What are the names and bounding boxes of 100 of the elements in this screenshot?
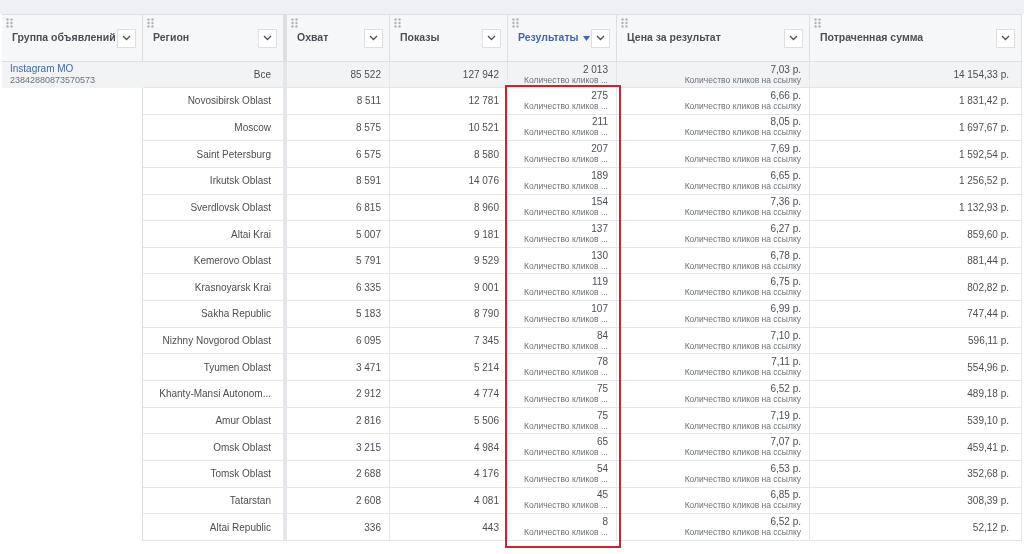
cost-type: Количество кликов на ссылку (684, 527, 801, 539)
result-type: Количество кликов ... (523, 473, 608, 485)
column-label: Группа объявлений (12, 30, 116, 46)
region-name: Moscow (234, 120, 271, 135)
cost-type: Количество кликов на ссылку (684, 260, 801, 272)
result-count: 78 (596, 356, 608, 368)
cost-type: Количество кликов на ссылку (684, 287, 801, 299)
cost-value: 7,11 р. (771, 356, 801, 368)
drag-handle-icon (621, 18, 628, 28)
cost-type: Количество кликов на ссылку (684, 207, 801, 219)
cost-type: Количество кликов на ссылку (684, 100, 801, 112)
result-type: Количество кликов ... (523, 527, 608, 539)
column-header[interactable]: Охват (287, 14, 390, 62)
result-count: 45 (596, 489, 608, 501)
column-header[interactable]: Показы (390, 14, 508, 62)
result-count: 130 (591, 249, 608, 261)
region-name: Все (253, 68, 271, 82)
cost-type: Количество кликов на ссылку (684, 234, 801, 245)
result-type: Количество кликов ... (523, 287, 608, 299)
cost-value: 7,19 р. (770, 409, 801, 421)
cost-value: 6,52 р. (770, 516, 801, 528)
result-count: 65 (596, 436, 608, 448)
number-value: 8 580 (473, 147, 499, 162)
result-count: 207 (591, 143, 608, 155)
region-name: Altai Republic (209, 520, 271, 535)
amount-spent: 554,96 р. (967, 360, 1009, 375)
amount-spent: 14 154,33 р. (953, 68, 1009, 82)
cost-type: Количество кликов на ссылку (684, 447, 801, 459)
column-header[interactable]: Регион (143, 14, 287, 62)
cost-value: 6,78 р. (770, 249, 801, 261)
column-header[interactable]: Группа объявлений (2, 14, 143, 62)
drag-handle-icon (291, 18, 298, 28)
number-value: 10 521 (468, 120, 499, 135)
number-value: 9 181 (473, 227, 499, 242)
cost-value: 6,27 р. (770, 223, 801, 234)
amount-spent: 52,12 р. (972, 520, 1009, 535)
cost-type: Количество кликов на ссылку (684, 420, 801, 432)
result-count: 75 (596, 409, 608, 421)
chevron-down-icon (263, 35, 272, 41)
dropdown-button[interactable] (784, 28, 803, 48)
drag-handle-icon (147, 18, 154, 28)
amount-spent: 881,44 р. (967, 254, 1009, 269)
amount-spent: 489,18 р. (967, 387, 1009, 402)
dropdown-button[interactable] (482, 28, 501, 48)
cost-value: 8,05 р. (770, 116, 801, 128)
number-value: 6 575 (355, 147, 381, 162)
number-value: 8 790 (473, 307, 499, 322)
region-name: Tyumen Oblast (203, 360, 271, 375)
column-header[interactable]: Цена за результат (617, 14, 810, 62)
result-count: 75 (596, 382, 608, 394)
result-count: 211 (592, 116, 608, 128)
cost-value: 6,99 р. (770, 302, 801, 314)
region-name: Amur Oblast (215, 414, 271, 428)
result-type: Количество кликов ... (523, 100, 608, 112)
number-value: 2 608 (355, 493, 381, 508)
column-label: Регион (153, 30, 190, 46)
ad-group-link[interactable]: Instagram MO (10, 63, 134, 75)
drag-handle-icon (6, 18, 13, 28)
result-count: 275 (591, 89, 608, 101)
region-name: Sakha Republic (200, 307, 271, 322)
cost-type: Количество кликов на ссылку (684, 393, 801, 405)
column-header[interactable]: Результаты (508, 14, 617, 62)
dropdown-button[interactable] (117, 28, 136, 48)
number-value: 5 214 (473, 360, 499, 375)
amount-spent: 859,60 р. (967, 227, 1009, 242)
result-type: Количество кликов ... (523, 234, 608, 245)
chevron-down-icon (487, 35, 496, 41)
amount-spent: 1 831,42 р. (958, 94, 1009, 109)
number-value: 5 791 (355, 254, 381, 269)
region-name: Tatarstan (229, 493, 271, 508)
number-value: 4 774 (473, 387, 499, 402)
drag-handle-icon (814, 18, 821, 28)
cost-type: Количество кликов на ссылку (684, 154, 801, 166)
amount-spent: 747,44 р. (967, 307, 1009, 322)
region-name: Omsk Oblast (213, 440, 271, 455)
number-value: 6 335 (355, 280, 381, 295)
dropdown-button[interactable] (591, 28, 610, 48)
number-value: 9 529 (473, 254, 499, 269)
cost-value: 6,65 р. (770, 169, 801, 181)
column-header[interactable]: Потраченная сумма (810, 14, 1022, 62)
amount-spent: 802,82 р. (967, 280, 1009, 295)
number-value: 5 506 (473, 414, 499, 428)
number-value: 5 183 (355, 307, 381, 322)
dropdown-button[interactable] (364, 28, 383, 48)
cost-value: 6,75 р. (770, 276, 801, 288)
number-value: 8 511 (356, 94, 381, 109)
result-type: Количество кликов ... (523, 420, 608, 432)
amount-spent: 539,10 р. (967, 414, 1009, 428)
number-value: 8 960 (473, 200, 499, 215)
dropdown-button[interactable] (258, 28, 277, 48)
number-value: 4 176 (473, 467, 499, 482)
cost-value: 7,69 р. (770, 143, 801, 155)
region-name: Sverdlovsk Oblast (190, 200, 271, 215)
result-count: 137 (591, 223, 608, 234)
number-value: 14 076 (468, 174, 499, 189)
region-name: Tomsk Oblast (210, 467, 271, 482)
result-type: Количество кликов ... (523, 74, 608, 86)
number-value: 4 984 (473, 440, 499, 455)
amount-spent: 459,41 р. (967, 440, 1009, 455)
dropdown-button[interactable] (996, 28, 1015, 48)
